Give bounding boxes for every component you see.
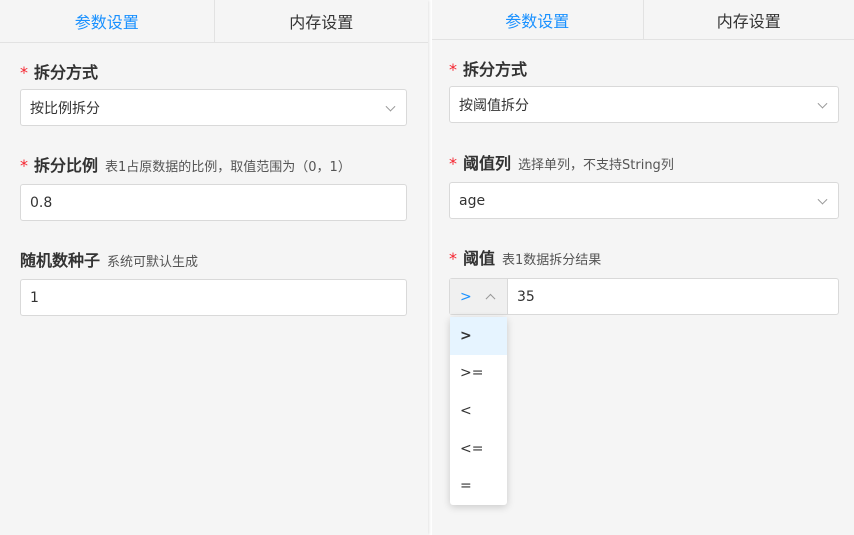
right-tab-bar: 参数设置 内存设置 — [432, 0, 854, 40]
chevron-up-icon — [485, 293, 496, 304]
threshold-label: * 阈值 表1数据拆分结果 — [449, 245, 601, 269]
operator-select[interactable]: > — [450, 279, 508, 314]
split-method-label: * 拆分方式 — [449, 56, 527, 80]
random-seed-label-text: 随机数种子 — [20, 251, 101, 270]
operator-option-eq[interactable]: = — [450, 467, 507, 505]
chevron-down-icon — [817, 98, 828, 109]
tab-param-settings[interactable]: 参数设置 — [0, 0, 214, 42]
chevron-down-icon — [385, 101, 396, 112]
required-marker: * — [449, 60, 457, 79]
split-ratio-value: 0.8 — [30, 194, 53, 211]
split-method-label: * 拆分方式 — [20, 59, 98, 83]
split-ratio-input[interactable]: 0.8 — [20, 184, 407, 221]
random-seed-label: 随机数种子 系统可默认生成 — [20, 247, 198, 271]
split-method-label-text: 拆分方式 — [463, 60, 528, 79]
split-method-value: 按阈值拆分 — [459, 97, 529, 114]
threshold-column-label-text: 阈值列 — [463, 154, 512, 173]
split-ratio-label-text: 拆分比例 — [34, 156, 99, 175]
operator-dropdown: > >= < <= = — [450, 317, 507, 505]
operator-option-gt[interactable]: > — [450, 317, 507, 355]
threshold-input-group: > 35 — [449, 278, 839, 315]
operator-option-gte[interactable]: >= — [450, 355, 507, 393]
threshold-column-label: * 阈值列 选择单列，不支持String列 — [449, 150, 674, 174]
operator-option-lt[interactable]: < — [450, 392, 507, 430]
split-method-value: 按比例拆分 — [30, 100, 100, 117]
tab-memory-settings[interactable]: 内存设置 — [642, 0, 854, 39]
threshold-value-input[interactable]: 35 — [508, 279, 535, 314]
threshold-value: 35 — [517, 288, 535, 305]
chevron-down-icon — [817, 194, 828, 205]
right-settings-panel: 参数设置 内存设置 * 拆分方式 按阈值拆分 * 阈值列 选择单列，不支持Str… — [432, 0, 854, 535]
required-marker: * — [449, 249, 457, 268]
random-seed-input[interactable]: 1 — [20, 279, 407, 316]
split-method-select[interactable]: 按比例拆分 — [20, 89, 407, 126]
threshold-hint: 表1数据拆分结果 — [502, 253, 602, 268]
threshold-label-text: 阈值 — [463, 249, 496, 268]
left-tab-bar: 参数设置 内存设置 — [0, 0, 428, 43]
threshold-column-select[interactable]: age — [449, 182, 839, 219]
random-seed-hint: 系统可默认生成 — [107, 255, 199, 270]
operator-value: > — [460, 288, 472, 305]
split-ratio-label: * 拆分比例 表1占原数据的比例，取值范围为（0，1） — [20, 152, 351, 176]
random-seed-value: 1 — [30, 289, 39, 306]
split-method-label-text: 拆分方式 — [34, 63, 99, 82]
required-marker: * — [20, 63, 28, 82]
tab-param-settings[interactable]: 参数设置 — [432, 0, 643, 39]
required-marker: * — [449, 154, 457, 173]
split-method-select[interactable]: 按阈值拆分 — [449, 86, 839, 123]
required-marker: * — [20, 156, 28, 175]
threshold-column-value: age — [459, 192, 486, 209]
split-ratio-hint: 表1占原数据的比例，取值范围为（0，1） — [105, 160, 351, 175]
operator-option-lte[interactable]: <= — [450, 430, 507, 468]
threshold-column-hint: 选择单列，不支持String列 — [518, 158, 674, 173]
tab-memory-settings[interactable]: 内存设置 — [213, 0, 429, 42]
left-settings-panel: 参数设置 内存设置 * 拆分方式 按比例拆分 * 拆分比例 表1占原数据的比例，… — [0, 0, 428, 535]
